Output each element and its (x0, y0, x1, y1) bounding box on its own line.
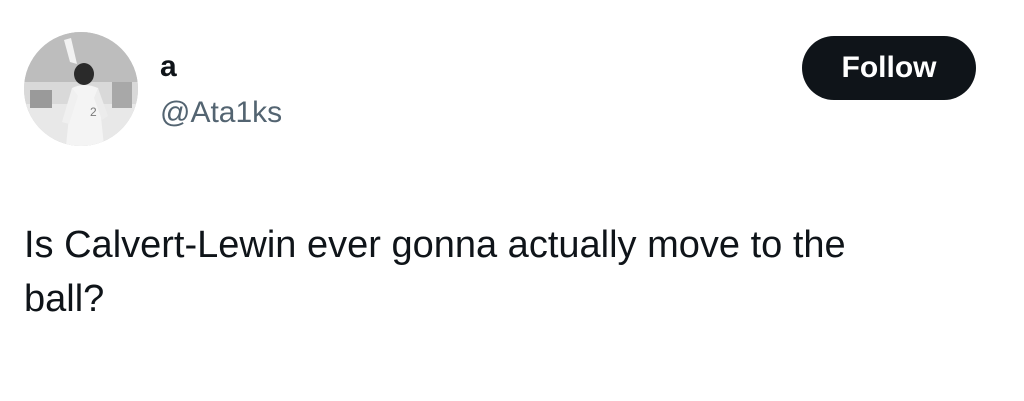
user-handle[interactable]: @Ata1ks (160, 94, 282, 132)
svg-text:2: 2 (90, 105, 97, 119)
follow-button[interactable]: Follow (802, 36, 976, 100)
display-name[interactable]: a (160, 48, 177, 86)
profile-photo-icon: 2 (24, 32, 138, 146)
post-card: 2 a @Ata1ks Follow Is Calvert-Lewin ever… (0, 0, 1024, 401)
post-text: Is Calvert-Lewin ever gonna actually mov… (24, 224, 846, 320)
avatar[interactable]: 2 (24, 32, 138, 146)
